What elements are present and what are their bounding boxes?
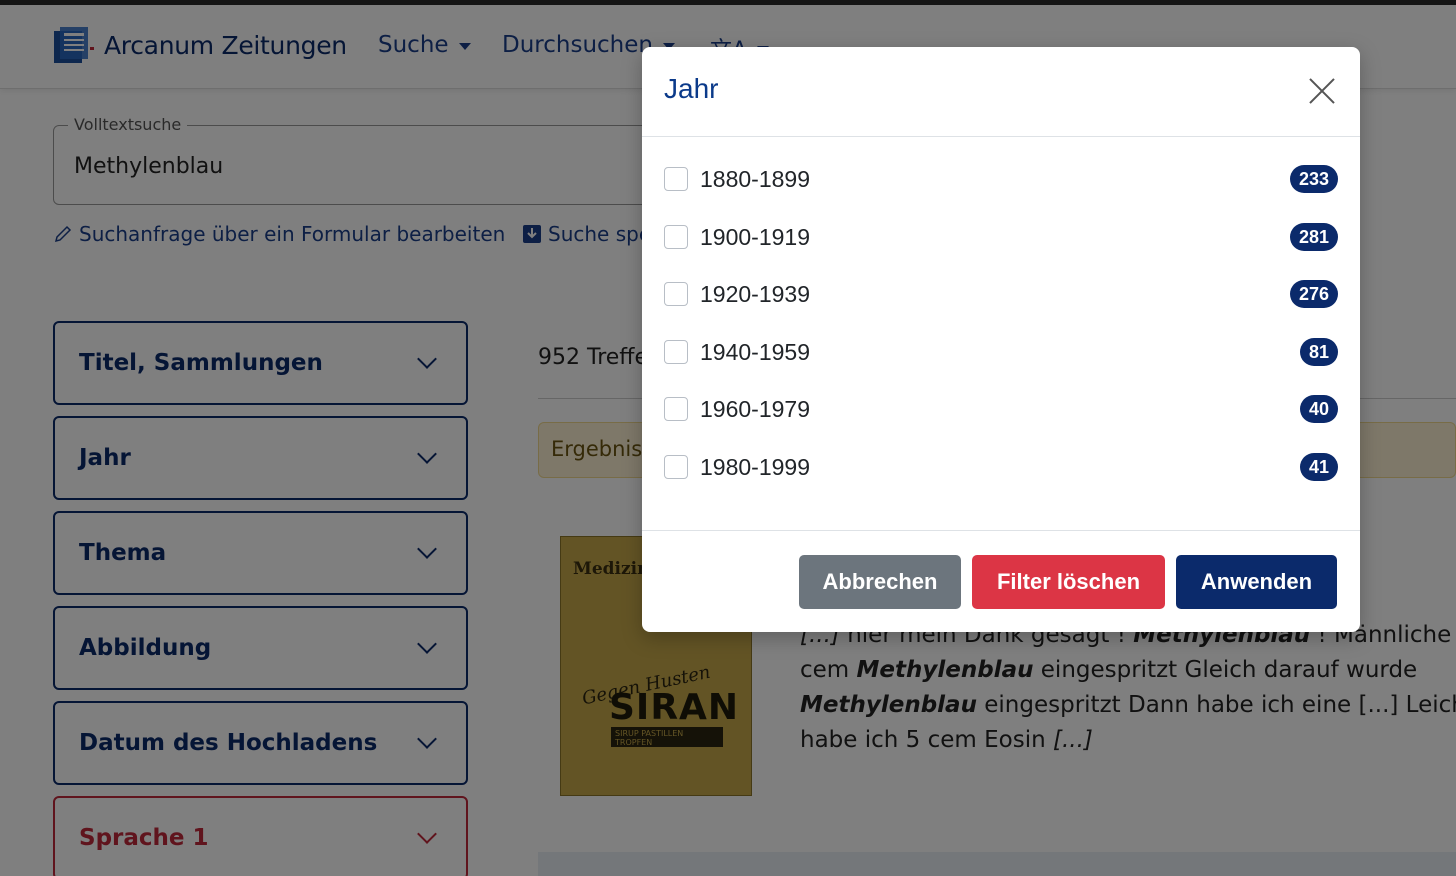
close-icon[interactable] xyxy=(1306,75,1338,107)
checkbox[interactable] xyxy=(664,455,688,479)
apply-button[interactable]: Anwenden xyxy=(1176,555,1337,609)
checkbox[interactable] xyxy=(664,282,688,306)
checkbox[interactable] xyxy=(664,167,688,191)
year-option-label: 1900-1919 xyxy=(700,223,810,250)
year-option-label: 1880-1899 xyxy=(700,165,810,192)
year-option[interactable]: 1880-1899 233 xyxy=(664,159,1338,199)
cancel-button[interactable]: Abbrechen xyxy=(799,555,961,609)
year-option[interactable]: 1920-1939 276 xyxy=(664,274,1338,314)
count-badge: 41 xyxy=(1299,453,1338,481)
modal-header: Jahr xyxy=(642,47,1360,137)
year-option[interactable]: 1940-1959 81 xyxy=(664,332,1338,372)
clear-filter-button[interactable]: Filter löschen xyxy=(972,555,1165,609)
modal-title: Jahr xyxy=(664,73,719,104)
checkbox[interactable] xyxy=(664,225,688,249)
year-option[interactable]: 1960-1979 40 xyxy=(664,389,1338,429)
year-filter-modal: Jahr 1880-1899 233 1900-1919 281 1920-19… xyxy=(642,47,1360,632)
modal-footer: Abbrechen Filter löschen Anwenden xyxy=(642,530,1360,632)
year-option[interactable]: 1980-1999 41 xyxy=(664,447,1338,487)
count-badge: 81 xyxy=(1299,338,1338,366)
checkbox[interactable] xyxy=(664,340,688,364)
year-option-label: 1960-1979 xyxy=(700,395,810,422)
count-badge: 233 xyxy=(1289,165,1338,193)
checkbox[interactable] xyxy=(664,397,688,421)
count-badge: 40 xyxy=(1299,395,1338,423)
count-badge: 281 xyxy=(1289,223,1338,251)
count-badge: 276 xyxy=(1289,280,1338,308)
year-option-label: 1940-1959 xyxy=(700,338,810,365)
year-option-label: 1980-1999 xyxy=(700,453,810,480)
year-option-label: 1920-1939 xyxy=(700,280,810,307)
year-option[interactable]: 1900-1919 281 xyxy=(664,217,1338,257)
